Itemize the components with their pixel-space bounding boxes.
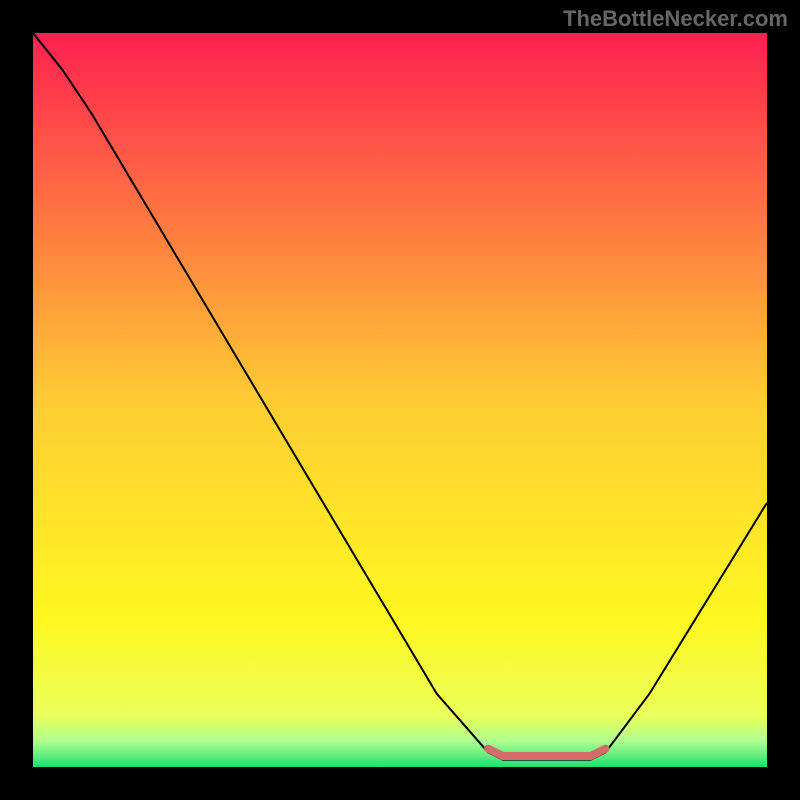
bottleneck-chart <box>33 33 767 767</box>
chart-plot-area <box>33 33 767 767</box>
watermark: TheBottleNecker.com <box>563 6 788 32</box>
chart-background <box>33 33 767 767</box>
